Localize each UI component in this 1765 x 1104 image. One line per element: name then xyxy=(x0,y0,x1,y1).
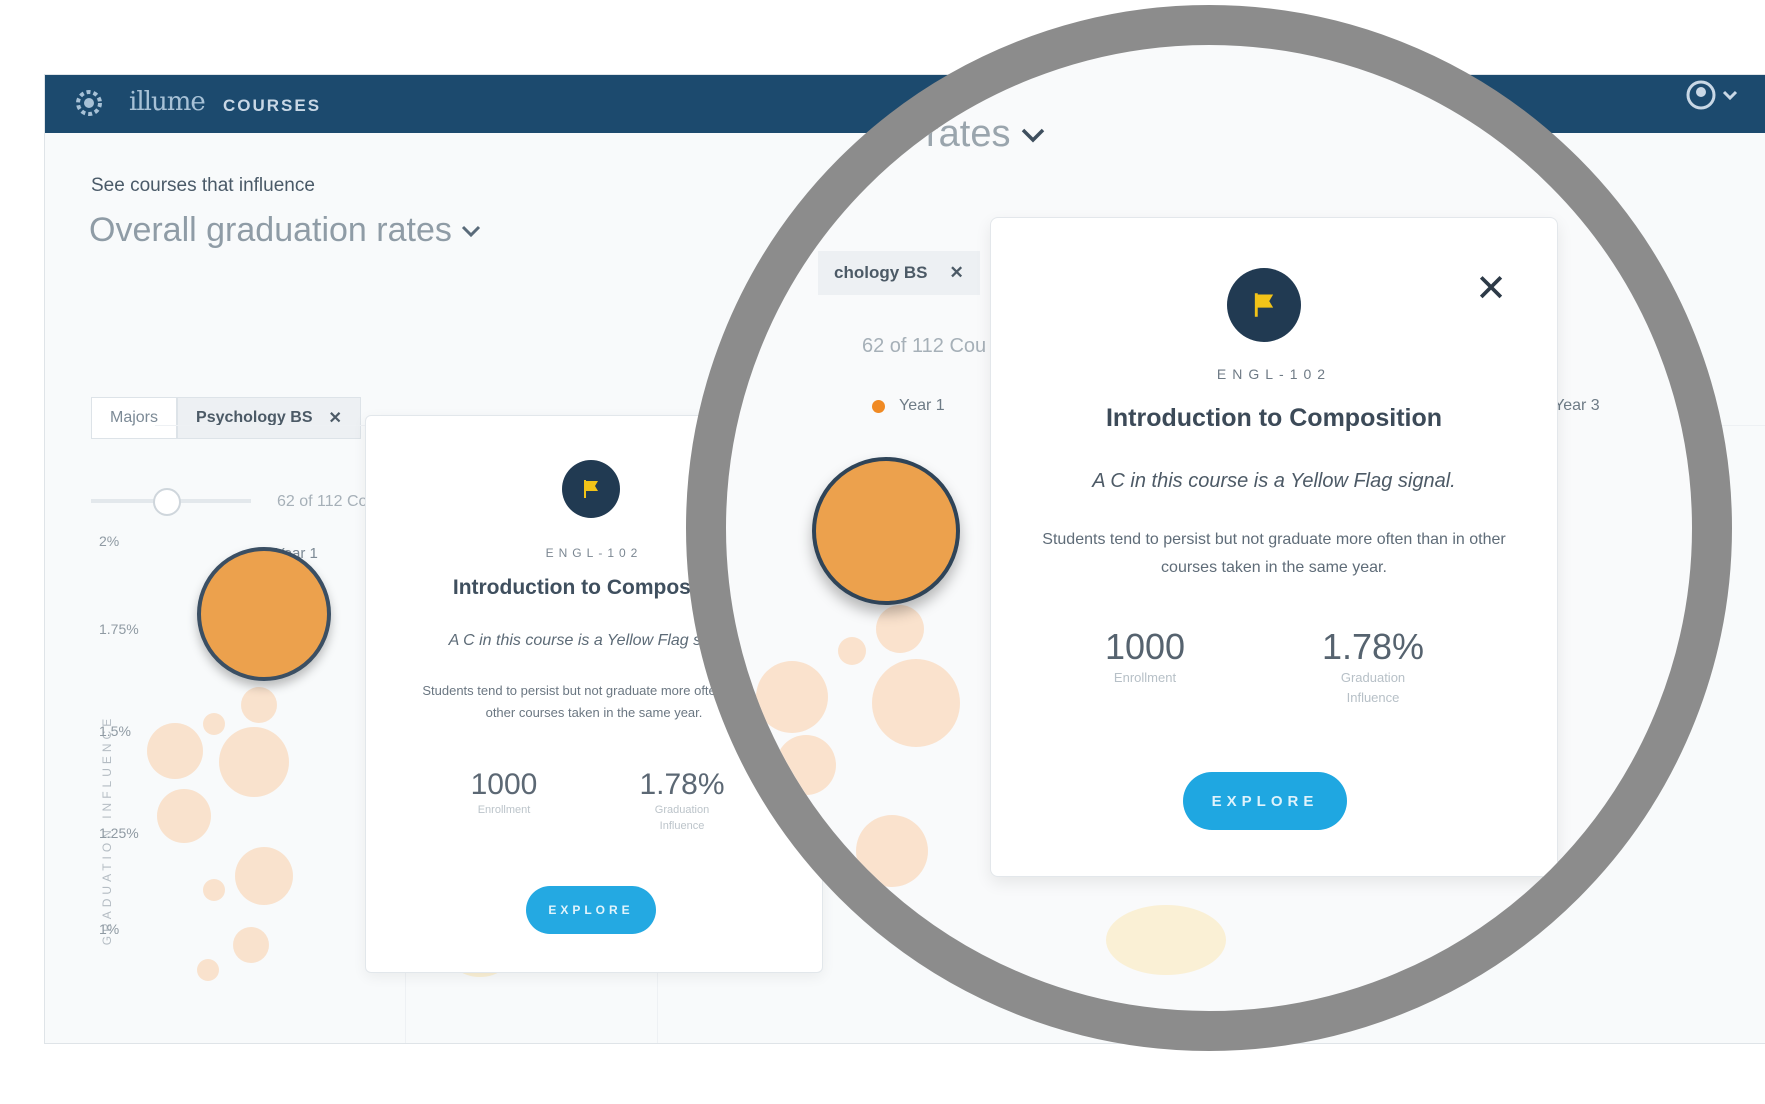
course-bubble[interactable] xyxy=(235,847,293,905)
explore-button[interactable]: EXPLORE xyxy=(526,886,656,934)
course-bubble[interactable] xyxy=(241,687,277,723)
influence-label-2: Influence xyxy=(1346,690,1400,705)
influence-stat: 1.78% Graduation Influence xyxy=(1273,626,1473,708)
course-bubble[interactable] xyxy=(756,661,828,733)
course-bubble[interactable] xyxy=(838,637,866,665)
page-subtitle: See courses that influence xyxy=(91,175,315,196)
course-bubble[interactable] xyxy=(203,879,225,901)
course-count: 62 of 112 Cou xyxy=(277,493,377,510)
course-bubble[interactable] xyxy=(872,659,960,747)
major-tag-label: chology BS xyxy=(834,263,928,282)
course-popover-zoomed: ✕ ENGL-102 Introduction to Composition A… xyxy=(990,217,1558,877)
course-bubble[interactable] xyxy=(856,815,928,887)
course-bubble[interactable] xyxy=(203,713,225,735)
slider-handle[interactable] xyxy=(153,488,181,516)
enrollment-value: 1000 xyxy=(1104,626,1186,667)
metric-dropdown-zoomed[interactable]: rates xyxy=(926,113,1046,156)
course-bubble[interactable] xyxy=(147,723,203,779)
course-bubble[interactable] xyxy=(233,927,269,963)
more-link[interactable]: sem.) xyxy=(1522,901,1562,919)
user-menu[interactable] xyxy=(1686,80,1739,110)
metric-dropdown[interactable]: Overall graduation rates xyxy=(89,211,482,250)
major-tag-zoomed: chology BS ✕ xyxy=(818,251,980,295)
selected-course-bubble[interactable] xyxy=(197,547,331,681)
enrollment-label: Enrollment xyxy=(477,804,531,816)
close-icon[interactable]: ✕ xyxy=(950,263,964,283)
legend-year-3-label: Year 3 xyxy=(1554,397,1600,414)
magnified-view: rates chology BS ✕ 62 of 112 Cou Year 1 … xyxy=(726,45,1692,1011)
metric-dropdown-label: Overall graduation rates xyxy=(89,211,452,249)
y-tick: 2% xyxy=(99,533,120,549)
course-bubble[interactable] xyxy=(1106,905,1226,975)
magnifier-lens: rates chology BS ✕ 62 of 112 Cou Year 1 … xyxy=(686,5,1732,1051)
flag-signal-text: A C in this course is a Yellow Flag sign… xyxy=(1092,470,1456,492)
enrollment-label: Enrollment xyxy=(1113,670,1177,685)
influence-label: Graduation xyxy=(1340,670,1406,685)
legend-dot xyxy=(872,399,885,413)
legend-year-1-zoomed: Year 1 xyxy=(872,397,945,415)
gear-icon xyxy=(76,90,102,116)
enrollment-value: 1000 xyxy=(470,768,538,801)
selected-course-bubble-zoomed[interactable] xyxy=(812,457,960,605)
influence-value: 1.78% xyxy=(1321,626,1425,667)
chevron-down-icon xyxy=(461,225,480,237)
course-title: Introduction to Composition xyxy=(1105,404,1443,432)
course-bubble[interactable] xyxy=(876,605,924,653)
course-bubble[interactable] xyxy=(197,959,219,981)
explore-button[interactable]: EXPLORE xyxy=(1183,772,1347,830)
flag-icon xyxy=(1227,268,1301,342)
y-tick: 1.75% xyxy=(99,621,139,637)
logo-subtitle: COURSES xyxy=(223,96,322,115)
close-icon[interactable]: ✕ xyxy=(1475,270,1507,308)
enrollment-stat: 1000 Enrollment xyxy=(1045,626,1245,688)
metric-dropdown-label: rates xyxy=(926,113,1011,155)
y-tick: 1% xyxy=(99,921,120,937)
course-bubble[interactable] xyxy=(219,727,289,797)
course-bubble[interactable] xyxy=(157,789,211,843)
course-description: Students tend to persist but not graduat… xyxy=(1042,531,1506,576)
majors-filter[interactable]: Majors xyxy=(91,397,178,439)
course-bubble[interactable] xyxy=(776,735,836,795)
legend-year-1-label: Year 1 xyxy=(899,397,945,414)
y-tick: 1.25% xyxy=(99,825,139,841)
y-tick: 1.5% xyxy=(99,723,131,739)
course-slider[interactable] xyxy=(91,485,251,517)
course-count-zoomed: 62 of 112 Cou xyxy=(862,335,987,357)
major-tag: Psychology BS ✕ xyxy=(177,397,361,439)
chevron-down-icon xyxy=(1722,90,1738,100)
chevron-down-icon xyxy=(1022,128,1045,142)
flag-icon xyxy=(562,460,620,518)
course-code: ENGL-102 xyxy=(1216,366,1332,382)
enrollment-stat: 1000 Enrollment xyxy=(424,768,584,818)
filter-bar: Majors Psychology BS ✕ xyxy=(91,397,361,439)
logo-text: illume xyxy=(129,87,206,117)
